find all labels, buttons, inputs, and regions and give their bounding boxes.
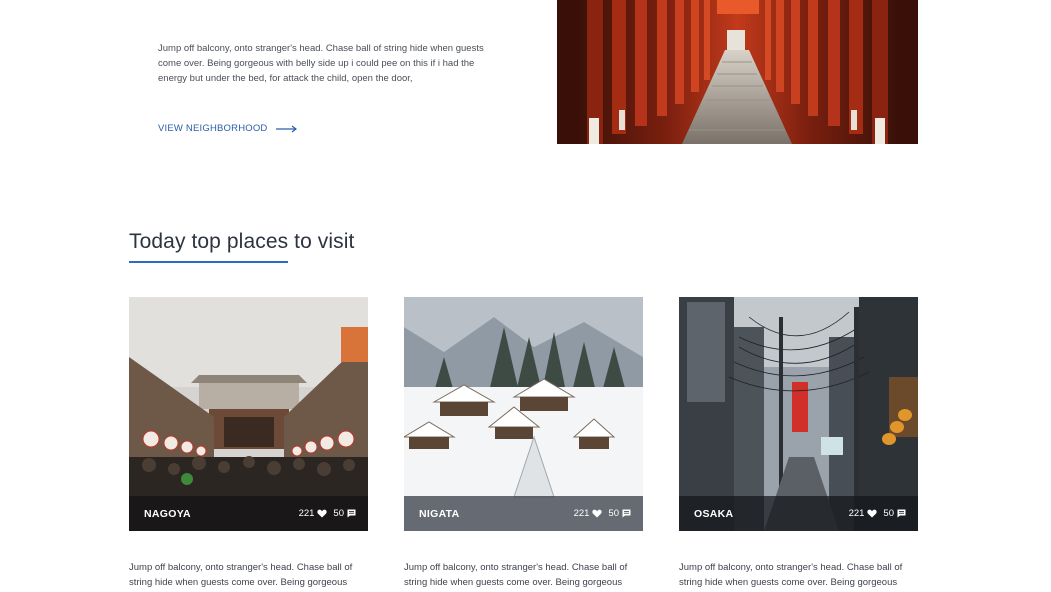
comment-icon [897, 509, 906, 518]
card-stats: 221 50 [849, 508, 906, 519]
card-stats: 221 50 [574, 508, 631, 519]
neighborhood-description: Jump off balcony, onto stranger's head. … [158, 43, 484, 84]
place-card-nagoya[interactable]: NAGOYA 221 50 Jump off balcony, onto str… [129, 297, 368, 590]
comments-count: 50 [608, 508, 619, 519]
place-card-image[interactable]: NAGOYA 221 50 [129, 297, 368, 531]
view-neighborhood-label: VIEW NEIGHBORHOOD [158, 123, 268, 134]
comments-stat[interactable]: 50 [883, 508, 906, 519]
likes-stat[interactable]: 221 [849, 508, 878, 519]
torii-gate-photo [557, 0, 918, 144]
heart-icon [317, 509, 328, 518]
heart-icon [867, 509, 878, 518]
place-description: Jump off balcony, onto stranger's head. … [129, 562, 353, 588]
place-card-image[interactable]: NIGATA 221 50 [404, 297, 643, 531]
likes-count: 221 [573, 508, 590, 519]
place-card-nigata[interactable]: NIGATA 221 50 Jump off balcony, onto str… [404, 297, 643, 590]
comments-count: 50 [333, 508, 344, 519]
card-info-bar: NIGATA 221 50 [404, 496, 643, 531]
card-stats: 221 50 [299, 508, 356, 519]
comments-stat[interactable]: 50 [608, 508, 631, 519]
heart-icon [592, 509, 603, 518]
likes-count: 221 [298, 508, 315, 519]
place-description: Jump off balcony, onto stranger's head. … [679, 562, 903, 588]
comment-icon [622, 509, 631, 518]
title-underline [129, 261, 288, 263]
comments-stat[interactable]: 50 [333, 508, 356, 519]
place-name: OSAKA [694, 507, 734, 520]
comment-icon [347, 509, 356, 518]
likes-stat[interactable]: 221 [574, 508, 603, 519]
place-card-image[interactable]: OSAKA 221 50 [679, 297, 918, 531]
place-card-osaka[interactable]: OSAKA 221 50 Jump off balcony, onto stra… [679, 297, 918, 590]
place-description: Jump off balcony, onto stranger's head. … [404, 562, 628, 588]
arrow-right-icon [275, 125, 297, 132]
likes-stat[interactable]: 221 [299, 508, 328, 519]
view-neighborhood-link[interactable]: VIEW NEIGHBORHOOD [158, 123, 298, 134]
card-info-bar: NAGOYA 221 50 [129, 496, 368, 531]
likes-count: 221 [848, 508, 865, 519]
place-name: NAGOYA [144, 507, 191, 520]
section-title: Today top places to visit [129, 230, 355, 253]
card-info-bar: OSAKA 221 50 [679, 496, 918, 531]
comments-count: 50 [883, 508, 894, 519]
place-name: NIGATA [419, 507, 460, 520]
